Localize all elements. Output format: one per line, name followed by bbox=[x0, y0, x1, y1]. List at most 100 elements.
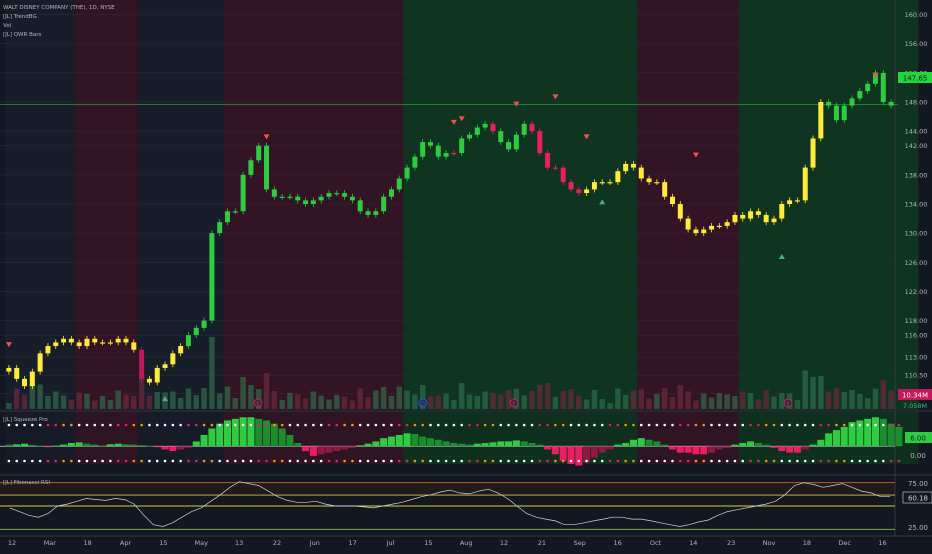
squeeze-dot-top-99 bbox=[780, 423, 784, 427]
volume-bar-72 bbox=[568, 389, 574, 409]
squeeze-dot-bottom-95 bbox=[749, 459, 752, 463]
volume-bar-46 bbox=[365, 397, 371, 409]
squeeze-dot-top-71 bbox=[561, 423, 565, 427]
volume-bar-95 bbox=[747, 393, 754, 409]
volume-bar-14 bbox=[115, 390, 121, 409]
volume-bar-13 bbox=[107, 400, 114, 409]
squeeze-dot-bottom-31 bbox=[249, 459, 253, 463]
dividend-marker-label: D bbox=[421, 402, 425, 408]
squeeze-dot-bottom-67 bbox=[530, 459, 534, 463]
candle-body-20 bbox=[162, 364, 168, 368]
squeeze-dot-bottom-38 bbox=[304, 459, 307, 463]
candle-body-72 bbox=[568, 182, 574, 190]
squeeze-dot-bottom-19 bbox=[155, 459, 159, 463]
volume-bar-99 bbox=[779, 393, 785, 409]
squeeze-dot-top-104 bbox=[819, 423, 823, 427]
candle-body-4 bbox=[37, 353, 43, 372]
osc-bar-10 bbox=[83, 443, 91, 447]
osc-bar-19 bbox=[153, 446, 161, 448]
candle-body-19 bbox=[154, 367, 160, 383]
chart-canvas[interactable]: 160.00156.00152.00148.00144.00142.00138.… bbox=[0, 0, 932, 550]
squeeze-dot-top-72 bbox=[569, 423, 573, 427]
volume-bar-81 bbox=[638, 389, 645, 409]
squeeze-dot-top-39 bbox=[312, 423, 315, 427]
osc-bar-1 bbox=[13, 444, 21, 447]
squeeze-dot-bottom-59 bbox=[468, 459, 471, 463]
squeeze-dot-top-105 bbox=[827, 423, 830, 427]
osc-bar-60 bbox=[473, 443, 481, 447]
candle-body-99 bbox=[779, 204, 785, 219]
earnings-marker-2-label: E bbox=[512, 402, 515, 408]
volume-bar-12 bbox=[99, 396, 106, 409]
osc-bar-41 bbox=[325, 446, 333, 453]
squeeze-dot-top-103 bbox=[811, 423, 815, 427]
squeeze-dot-top-21 bbox=[171, 423, 175, 427]
osc-bar-94 bbox=[739, 443, 747, 447]
volume-label: 10.34M bbox=[902, 392, 928, 400]
squeeze-dot-top-5 bbox=[46, 423, 50, 427]
squeeze-dot-top-75 bbox=[593, 423, 596, 427]
price-tick-label-12: 116.00 bbox=[905, 332, 928, 340]
squeeze-dot-bottom-99 bbox=[780, 459, 784, 463]
squeeze-dot-top-34 bbox=[273, 423, 276, 427]
candle-body-0 bbox=[6, 367, 12, 372]
squeeze-dot-top-102 bbox=[803, 423, 807, 427]
squeeze-dot-bottom-84 bbox=[663, 459, 666, 463]
osc-bar-99 bbox=[778, 446, 786, 452]
volume-bar-57 bbox=[451, 400, 457, 409]
volume-bar-10 bbox=[84, 394, 90, 409]
trading-chart[interactable]: 160.00156.00152.00148.00144.00142.00138.… bbox=[0, 0, 932, 550]
trend-zone-7 bbox=[738, 0, 919, 410]
squeeze-dot-top-91 bbox=[718, 423, 721, 427]
volume-bar-79 bbox=[622, 395, 629, 409]
osc-bar-86 bbox=[676, 446, 684, 453]
price-tick-label-6: 138.00 bbox=[905, 171, 928, 179]
osc-bar-45 bbox=[356, 445, 364, 447]
time-tick-label-3: Apr bbox=[120, 539, 132, 547]
volume-bar-5 bbox=[45, 396, 51, 409]
squeeze-dot-top-29 bbox=[234, 423, 237, 427]
candle-body-21 bbox=[170, 353, 176, 365]
osc-zero-label: 0.00 bbox=[910, 452, 926, 460]
squeeze-dot-top-66 bbox=[522, 423, 526, 427]
osc-bar-9 bbox=[75, 442, 83, 447]
volume-bar-104 bbox=[818, 376, 824, 409]
squeeze-dot-bottom-13 bbox=[109, 459, 112, 463]
volume-bar-7 bbox=[60, 395, 67, 409]
squeeze-dot-bottom-3 bbox=[31, 459, 34, 463]
squeeze-dot-top-68 bbox=[538, 423, 542, 427]
squeeze-dot-top-55 bbox=[436, 423, 440, 427]
squeeze-dot-bottom-87 bbox=[686, 459, 690, 463]
candle-body-62 bbox=[490, 123, 496, 132]
candle-body-28 bbox=[225, 211, 230, 223]
volume-bar-106 bbox=[833, 388, 840, 409]
price-tick-label-5: 142.00 bbox=[905, 142, 928, 150]
osc-bar-42 bbox=[333, 446, 341, 452]
osc-bar-63 bbox=[497, 441, 505, 447]
osc-zone-6 bbox=[637, 412, 739, 464]
squeeze-dot-bottom-42 bbox=[335, 459, 339, 463]
volume-bar-96 bbox=[755, 399, 762, 409]
osc-bar-25 bbox=[200, 434, 208, 447]
volume-bar-0 bbox=[6, 403, 12, 409]
squeeze-dot-bottom-56 bbox=[444, 459, 448, 463]
squeeze-dot-top-44 bbox=[351, 423, 354, 427]
squeeze-dot-top-73 bbox=[577, 423, 581, 427]
candle-body-107 bbox=[841, 105, 847, 121]
squeeze-dot-top-17 bbox=[140, 423, 143, 427]
volume-bar-4 bbox=[37, 384, 43, 409]
candle-body-49 bbox=[388, 189, 394, 197]
rsi-bottom-label: 25.00 bbox=[908, 524, 928, 532]
osc-bar-11 bbox=[91, 444, 99, 447]
osc-bar-58 bbox=[458, 443, 466, 447]
candle-body-95 bbox=[748, 211, 754, 219]
osc-bar-89 bbox=[700, 446, 708, 455]
squeeze-dot-top-32 bbox=[257, 423, 261, 427]
volume-bar-45 bbox=[357, 388, 363, 409]
candle-body-86 bbox=[677, 204, 683, 219]
osc-bar-20 bbox=[161, 446, 169, 450]
squeeze-dot-bottom-43 bbox=[343, 459, 346, 463]
squeeze-dot-bottom-36 bbox=[288, 459, 292, 463]
squeeze-dot-top-89 bbox=[702, 423, 706, 427]
osc-bar-62 bbox=[489, 442, 497, 447]
